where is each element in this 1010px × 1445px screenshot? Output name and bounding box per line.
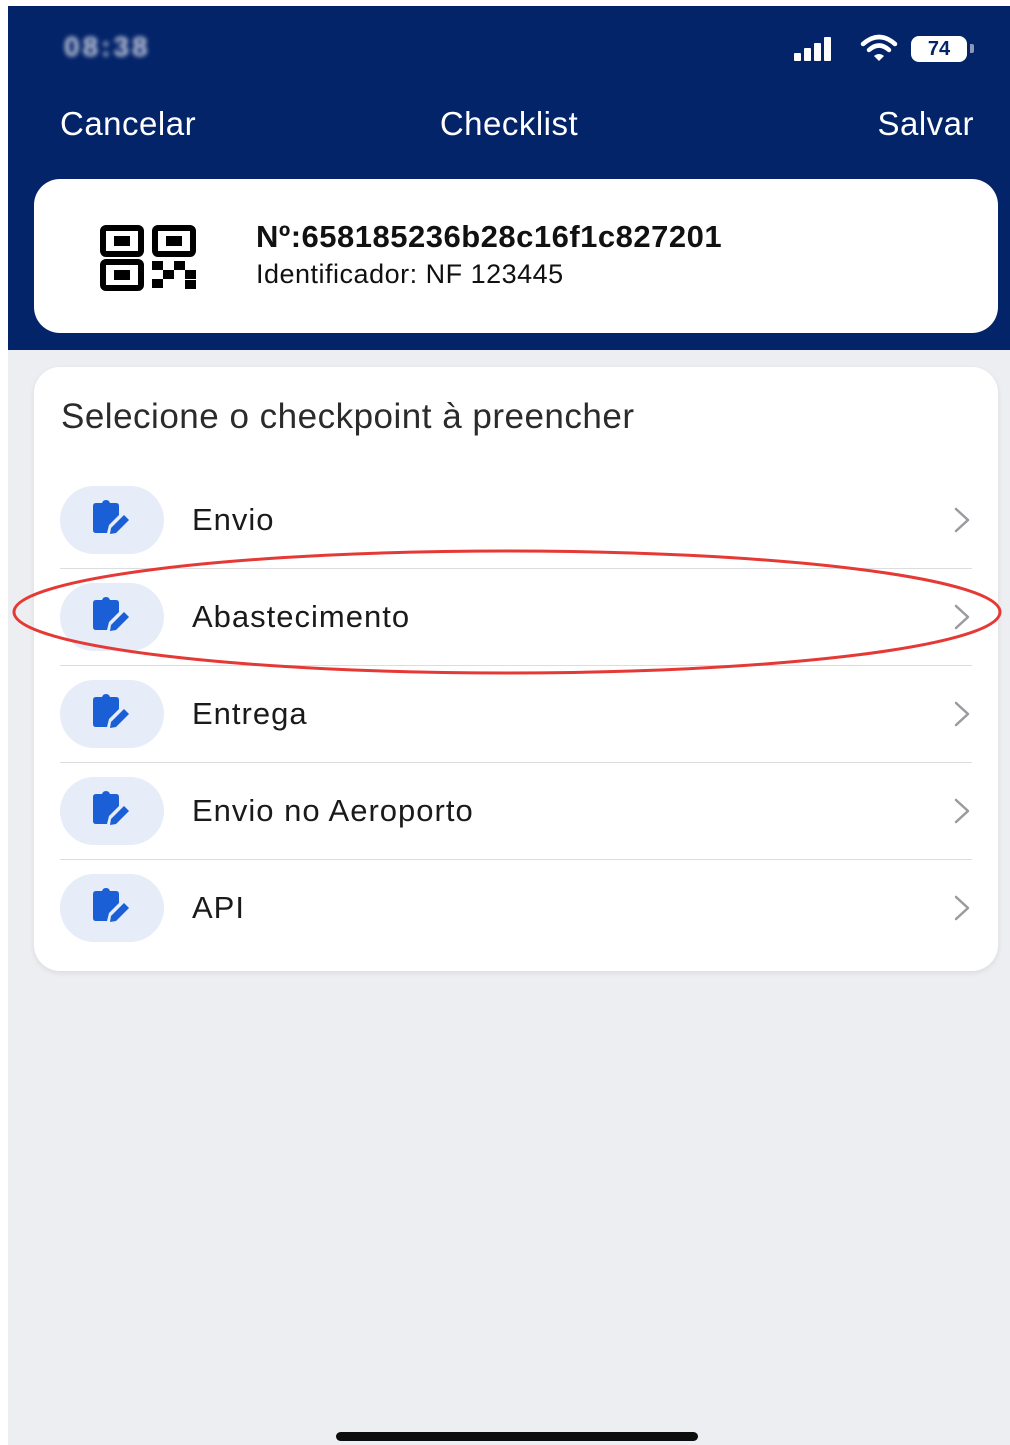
header: 08:38 74 Checklist Cancelar Salvar Nº:65… <box>8 6 1010 350</box>
chevron-right-icon <box>954 701 970 727</box>
chevron-right-icon <box>954 604 970 630</box>
clipboard-edit-icon <box>60 583 164 651</box>
checkpoint-item-envio[interactable]: Envio <box>60 472 972 569</box>
clipboard-edit-icon <box>60 486 164 554</box>
checkpoint-label: Entrega <box>192 696 308 731</box>
clipboard-edit-icon <box>60 680 164 748</box>
signal-icon <box>794 37 832 61</box>
battery-tip <box>970 44 974 53</box>
checkpoint-item-envio-no-aeroporto[interactable]: Envio no Aeroporto <box>60 763 972 860</box>
checklist-screen: 08:38 74 Checklist Cancelar Salvar Nº:65… <box>8 6 1010 1445</box>
chevron-right-icon <box>954 507 970 533</box>
checkpoint-label: Abastecimento <box>192 599 411 634</box>
checkpoint-label: Envio <box>192 502 275 537</box>
home-indicator <box>336 1432 698 1441</box>
checkpoint-item-entrega[interactable]: Entrega <box>60 666 972 763</box>
checkpoint-label: Envio no Aeroporto <box>192 793 474 828</box>
qr-code-icon <box>100 225 196 291</box>
wifi-icon <box>860 34 898 61</box>
chevron-right-icon <box>954 798 970 824</box>
checkpoint-item-abastecimento[interactable]: Abastecimento <box>60 569 972 666</box>
chevron-right-icon <box>954 895 970 921</box>
save-button[interactable]: Salvar <box>877 96 974 152</box>
document-number: Nº:658185236b28c16f1c827201 <box>256 219 723 254</box>
status-bar: 08:38 74 <box>8 6 1010 86</box>
checkpoint-list-title: Selecione o checkpoint à preencher <box>61 397 635 436</box>
battery-icon: 74 <box>911 36 967 62</box>
checkpoint-list: Envio Abastecimento Entrega Envio no Aer… <box>60 472 972 956</box>
clipboard-edit-icon <box>60 874 164 942</box>
document-card: Nº:658185236b28c16f1c827201 Identificado… <box>34 179 998 333</box>
nav-bar: Checklist Cancelar Salvar <box>8 96 1010 152</box>
checkpoint-card: Selecione o checkpoint à preencher Envio… <box>34 367 998 971</box>
cancel-button[interactable]: Cancelar <box>60 96 196 152</box>
checkpoint-item-api[interactable]: API <box>60 860 972 956</box>
clipboard-edit-icon <box>60 777 164 845</box>
checkpoint-label: API <box>192 890 245 925</box>
document-identifier: Identificador: NF 123445 <box>256 259 564 289</box>
status-time: 08:38 <box>64 31 151 62</box>
